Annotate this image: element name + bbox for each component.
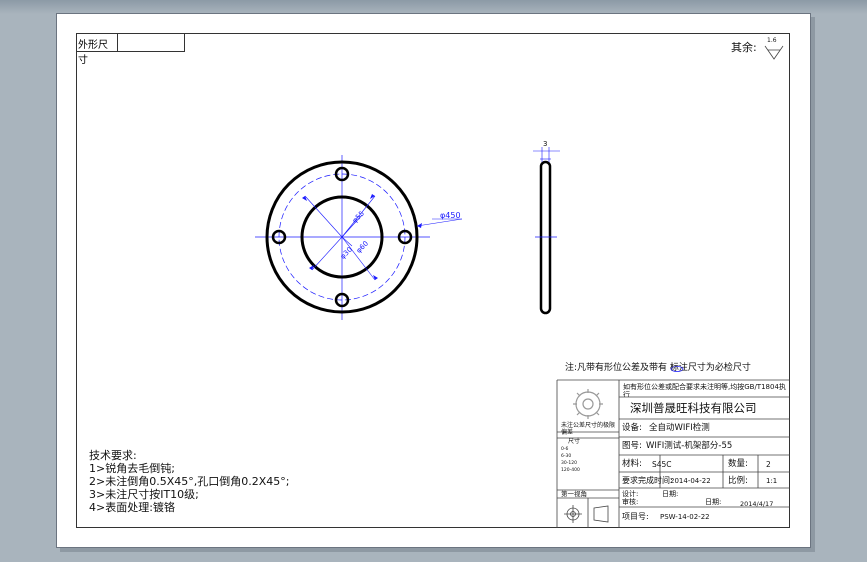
scale-value: 1:1 (766, 477, 778, 485)
tolerance-grid-row-2: 6-30 (561, 454, 572, 459)
check-date-label: 日期: (705, 498, 722, 506)
company-logo-icon (573, 389, 603, 419)
tolerance-note: 如有形位公差或配合要求未注明等,均按GB/T1804执行 (623, 383, 786, 397)
scale-label: 比例: (728, 476, 748, 486)
due-date-label: 要求完成时间: (622, 476, 673, 485)
drawing-number-label: 图号: (622, 441, 642, 451)
check-date-value: 2014/4/17 (740, 500, 774, 508)
thickness-dim-text: 3 (543, 140, 548, 148)
project-label: 项目号: (622, 512, 649, 521)
design-date-label: 日期: (662, 490, 679, 498)
tolerance-grid-row-1: 0-6 (561, 447, 569, 452)
tolerance-size-header: 尺寸 (568, 438, 581, 445)
device-value: 全自动WIFI检测 (649, 423, 710, 433)
quantity-value: 2 (766, 460, 771, 469)
project-value: PSW-14-02-22 (660, 513, 710, 521)
material-label: 材料: (622, 459, 642, 469)
material-value: S45C (652, 460, 672, 469)
inspection-note: 注:凡带有形位公差及带有 标注尺寸为必检尺寸 (565, 363, 751, 373)
checker-label: 审核: (622, 498, 639, 506)
front-view (255, 155, 463, 320)
side-view (533, 147, 560, 315)
tech-requirement-2: 2>未注倒角0.5X45°,孔口倒角0.2X45°; (89, 475, 290, 488)
tech-requirement-3: 3>未注尺寸按IT10级; (89, 488, 199, 501)
company-name: 深圳普晟旺科技有限公司 (630, 401, 757, 415)
outer-dim-text: φ450 (440, 211, 461, 220)
tech-requirement-1: 1>锐角去毛倒钝; (89, 462, 175, 475)
side-plate (539, 160, 552, 315)
designer-label: 设计: (622, 490, 639, 498)
tech-requirements-title: 技术要求: (89, 449, 137, 462)
projection-symbol-icon (564, 505, 609, 523)
quantity-label: 数量: (728, 459, 748, 469)
tech-requirement-4: 4>表面处理:镀铬 (89, 501, 175, 514)
due-date-value: 2014-04-22 (670, 477, 711, 485)
drawing-number-value: WIFI测试-机架部分-55 (646, 441, 733, 451)
device-label: 设备: (622, 423, 642, 433)
tolerance-grid-row-3: 30-120 (561, 461, 577, 466)
first-angle-label: 第一视角 (561, 490, 587, 498)
tolerance-grid-row-4: 120-400 (561, 468, 580, 473)
dimension-leaders (304, 195, 463, 281)
tolerance-table-title: 未注公差尺寸的极限偏差 (561, 422, 616, 436)
roughness-symbol (764, 45, 784, 60)
